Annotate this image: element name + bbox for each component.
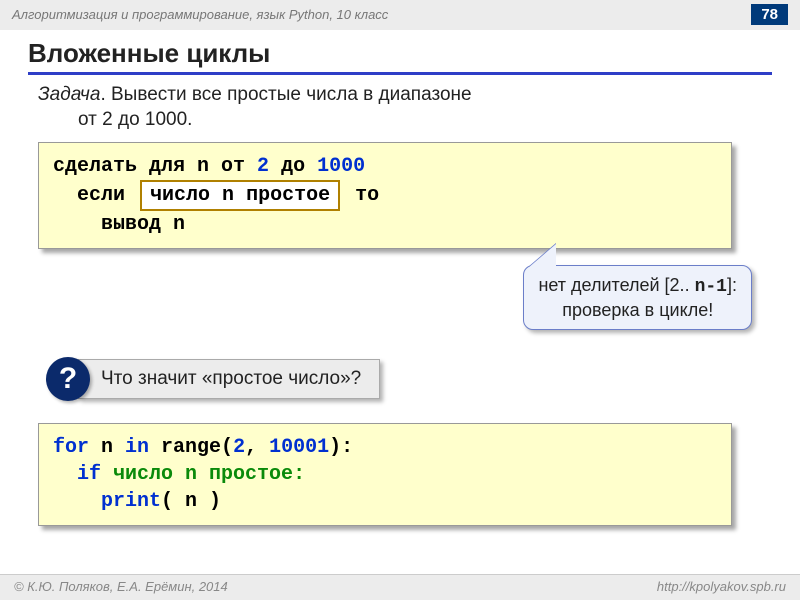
task-line2: от 2 до 1000. [78, 108, 772, 133]
kw: print [101, 490, 161, 513]
callout-text: ]: [727, 275, 737, 295]
code-text: ( n ) [161, 490, 221, 513]
question-text: Что значит «простое число»? [78, 359, 380, 399]
pseudo-text: то [355, 184, 379, 207]
question-row: ? Что значит «простое число»? [46, 357, 772, 401]
pseudo-text: сделать для n от [53, 155, 257, 178]
callout-bubble: нет делителей [2.. n-1]: проверка в цикл… [523, 265, 752, 330]
callout-text: нет делителей [2.. [538, 275, 694, 295]
callout-tail-icon [528, 244, 556, 268]
kw: for [53, 436, 89, 459]
callout-mono: n-1 [695, 277, 727, 297]
slide-content: Вложенные циклы Задача. Вывести все прос… [0, 30, 800, 526]
num: 2 [233, 436, 245, 459]
slide-header: Алгоритмизация и программирование, язык … [0, 0, 800, 30]
code-text: range( [149, 436, 233, 459]
footer-url: http://kpolyakov.spb.ru [657, 579, 786, 594]
header-title: Алгоритмизация и программирование, язык … [12, 7, 388, 22]
slide-heading: Вложенные циклы [28, 38, 772, 75]
pseudo-line-3: вывод n [53, 211, 717, 238]
pseudo-line-1: сделать для n от 2 до 1000 [53, 153, 717, 180]
code-line-1: for n in range(2, 10001): [53, 434, 717, 461]
callout-line2: проверка в цикле! [538, 299, 737, 322]
pseudo-num: 1000 [317, 155, 365, 178]
code-line-2: if число n простое: [53, 461, 717, 488]
num: 10001 [269, 436, 329, 459]
code-text: , [245, 436, 269, 459]
code-text: ): [329, 436, 353, 459]
code-block: for n in range(2, 10001): if число n про… [38, 423, 732, 526]
callout-wrap: нет делителей [2.. n-1]: проверка в цикл… [28, 275, 772, 339]
task-label: Задача [38, 84, 100, 105]
task-line1: . Вывести все простые числа в диапазоне [100, 84, 471, 105]
pseudo-text: до [269, 155, 317, 178]
boxed-condition: число n простое [140, 180, 340, 211]
code-text: n [89, 436, 125, 459]
footer-copyright: © К.Ю. Поляков, Е.А. Ерёмин, 2014 [14, 579, 228, 594]
slide-footer: © К.Ю. Поляков, Е.А. Ерёмин, 2014 http:/… [0, 574, 800, 600]
code-comment: число n простое: [101, 463, 305, 486]
kw: in [125, 436, 149, 459]
pseudo-text: вывод n [101, 213, 185, 236]
pseudocode-block: сделать для n от 2 до 1000 если число n … [38, 142, 732, 249]
task-text: Задача. Вывести все простые числа в диап… [38, 83, 772, 132]
pseudo-line-2: если число n простое то [53, 180, 717, 211]
pseudo-num: 2 [257, 155, 269, 178]
kw: if [77, 463, 101, 486]
callout-line1: нет делителей [2.. n-1]: [538, 274, 737, 299]
code-line-3: print( n ) [53, 488, 717, 515]
pseudo-text: если [77, 184, 125, 207]
page-number: 78 [751, 4, 788, 25]
